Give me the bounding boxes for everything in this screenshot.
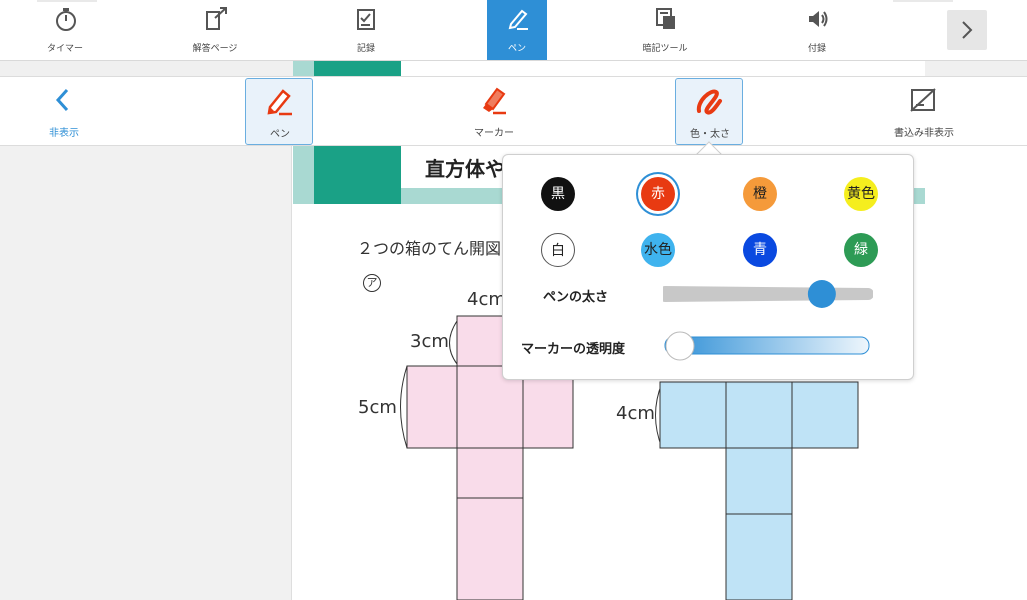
dim-a-side: 3cm bbox=[410, 331, 449, 352]
hide-toolbar-button[interactable]: 非表示 bbox=[30, 78, 98, 145]
pen-width-knob[interactable] bbox=[807, 280, 836, 308]
pen-mode-label: ペン bbox=[507, 44, 526, 54]
timer-label: タイマー bbox=[46, 44, 83, 54]
pen-width-slider[interactable] bbox=[663, 279, 873, 309]
net-b bbox=[659, 381, 859, 600]
marker-opacity-label: マーカーの透明度 bbox=[521, 342, 626, 357]
color-swatch[interactable]: 黄色 bbox=[844, 177, 878, 211]
color-swatch[interactable]: 黒 bbox=[541, 177, 575, 211]
pen-icon bbox=[508, 9, 528, 30]
pen-width-label: ペンの太さ bbox=[543, 290, 609, 305]
chevron-left-icon bbox=[55, 88, 69, 112]
stopwatch-icon bbox=[56, 8, 76, 31]
color-swatch[interactable]: 橙 bbox=[743, 177, 777, 211]
marker-tool-button[interactable]: マーカー bbox=[460, 78, 528, 145]
pen-tool-label: ペン bbox=[270, 129, 290, 140]
pen-tool-button[interactable]: ペン bbox=[245, 78, 313, 145]
dim-a-top: 4cm bbox=[467, 289, 506, 310]
color-swatch[interactable]: 緑 bbox=[844, 233, 878, 267]
color-width-button[interactable]: 色・太さ bbox=[675, 78, 743, 145]
top-toolbar: タイマー 解答ページ 記録 ペン 暗記ツール 付録 bbox=[0, 0, 1027, 60]
dim-b-side: 4cm bbox=[616, 403, 655, 424]
color-stroke-icon bbox=[696, 89, 722, 115]
appendix-button[interactable]: 付録 bbox=[787, 0, 847, 60]
marker-icon bbox=[483, 87, 506, 115]
pen-toolbar: 非表示 ペン マーカー 色・太さ 書込み非表示 bbox=[0, 76, 1027, 146]
marker-opacity-knob[interactable] bbox=[665, 331, 695, 361]
hide-writing-icon bbox=[910, 88, 936, 112]
pen-mode-button[interactable]: ペン bbox=[487, 0, 547, 60]
timer-button[interactable]: タイマー bbox=[35, 0, 95, 60]
dim-a-height: 5cm bbox=[358, 397, 397, 418]
color-swatch[interactable]: 赤 bbox=[641, 177, 675, 211]
color-swatch[interactable]: 青 bbox=[743, 233, 777, 267]
appendix-label: 付録 bbox=[807, 44, 826, 54]
record-button[interactable]: 記録 bbox=[336, 0, 396, 60]
color-swatch[interactable]: 白 bbox=[541, 233, 575, 267]
hide-toolbar-label: 非表示 bbox=[49, 128, 79, 139]
pen-icon bbox=[267, 89, 292, 116]
record-label: 記録 bbox=[356, 44, 375, 54]
memorize-tool-button[interactable]: 暗記ツール bbox=[635, 0, 695, 60]
color-width-popup: 黒 赤 橙 黄色白 水色 青 緑 ペンの太さ マーカーの透明度 bbox=[502, 154, 914, 380]
answer-page-label: 解答ページ bbox=[192, 44, 238, 54]
marker-opacity-slider[interactable] bbox=[663, 329, 873, 363]
divider bbox=[893, 0, 953, 2]
color-swatch[interactable]: 水色 bbox=[641, 233, 675, 267]
answer-page-icon bbox=[206, 7, 227, 30]
left-panel bbox=[0, 146, 292, 600]
color-width-label: 色・太さ bbox=[690, 129, 730, 140]
hide-writing-button[interactable]: 書込み非表示 bbox=[890, 78, 958, 145]
chevron-right-icon bbox=[962, 21, 973, 39]
record-icon bbox=[357, 9, 375, 30]
answer-page-button[interactable]: 解答ページ bbox=[185, 0, 245, 60]
hide-writing-label: 書込み非表示 bbox=[894, 128, 954, 139]
memorize-tool-icon bbox=[656, 8, 675, 29]
next-button[interactable] bbox=[947, 10, 987, 50]
marker-tool-label: マーカー bbox=[474, 128, 514, 139]
memorize-tool-label: 暗記ツール bbox=[642, 44, 688, 54]
appendix-icon bbox=[809, 11, 828, 27]
